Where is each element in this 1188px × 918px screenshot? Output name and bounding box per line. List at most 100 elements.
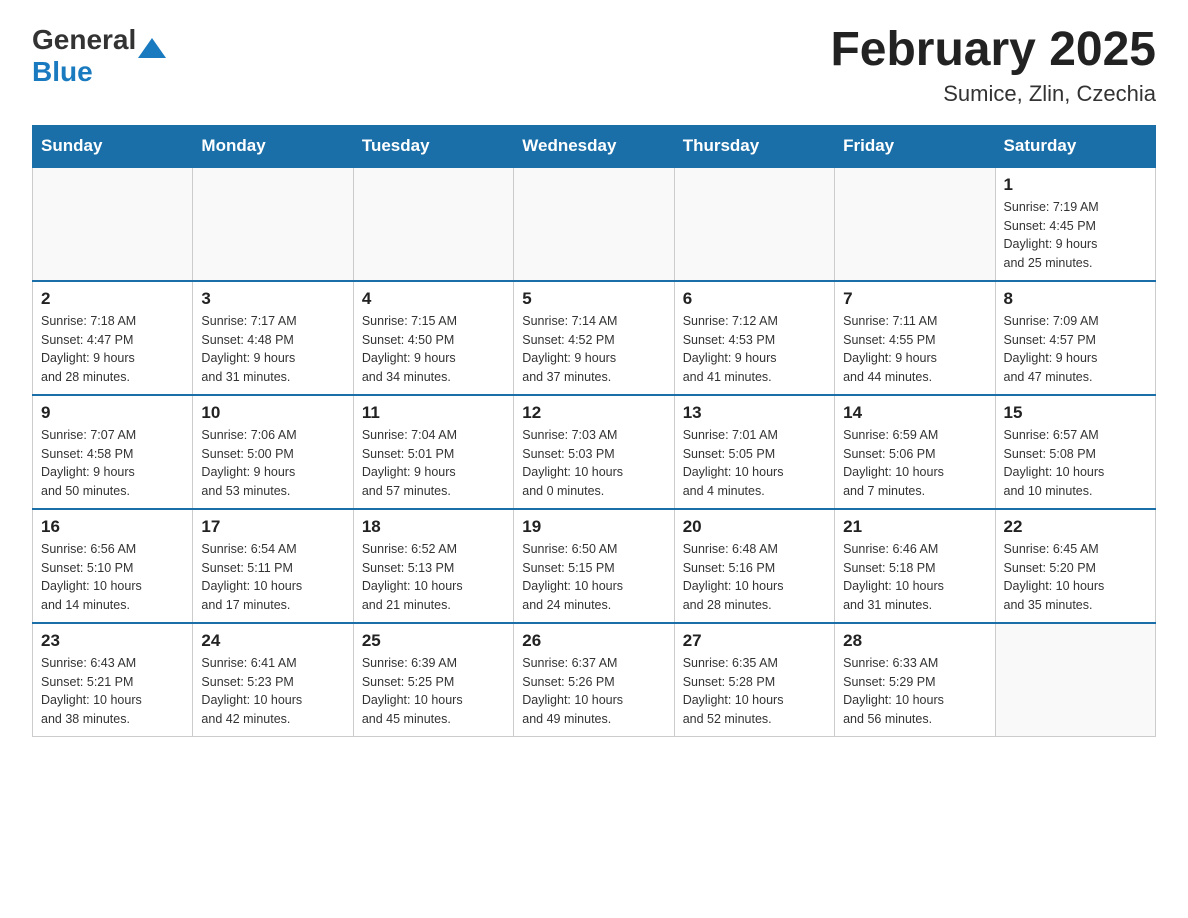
- calendar-cell-4-2: 17 Sunrise: 6:54 AM Sunset: 5:11 PM Dayli…: [193, 509, 353, 623]
- calendar-header-monday: Monday: [193, 125, 353, 167]
- day-number: 3: [201, 289, 344, 309]
- logo-triangle-icon: [138, 38, 166, 58]
- calendar-cell-1-4: [514, 167, 674, 281]
- day-info: Sunrise: 6:48 AM Sunset: 5:16 PM Dayligh…: [683, 540, 826, 615]
- day-info: Sunrise: 7:01 AM Sunset: 5:05 PM Dayligh…: [683, 426, 826, 501]
- day-info: Sunrise: 6:56 AM Sunset: 5:10 PM Dayligh…: [41, 540, 184, 615]
- title-block: February 2025 Sumice, Zlin, Czechia: [830, 24, 1156, 107]
- day-number: 28: [843, 631, 986, 651]
- calendar-table: SundayMondayTuesdayWednesdayThursdayFrid…: [32, 125, 1156, 737]
- day-number: 9: [41, 403, 184, 423]
- calendar-cell-2-5: 6 Sunrise: 7:12 AM Sunset: 4:53 PM Daylig…: [674, 281, 834, 395]
- calendar-cell-5-6: 28 Sunrise: 6:33 AM Sunset: 5:29 PM Dayli…: [835, 623, 995, 737]
- calendar-cell-1-1: [33, 167, 193, 281]
- calendar-cell-4-4: 19Sunrise: 6:50 AM Sunset: 5:15 PM Dayli…: [514, 509, 674, 623]
- day-number: 25: [362, 631, 505, 651]
- calendar-header-wednesday: Wednesday: [514, 125, 674, 167]
- day-info: Sunrise: 7:11 AM Sunset: 4:55 PM Dayligh…: [843, 312, 986, 387]
- calendar-cell-3-5: 13 Sunrise: 7:01 AM Sunset: 5:05 PM Dayli…: [674, 395, 834, 509]
- day-info: Sunrise: 7:12 AM Sunset: 4:53 PM Dayligh…: [683, 312, 826, 387]
- day-info: Sunrise: 6:54 AM Sunset: 5:11 PM Dayligh…: [201, 540, 344, 615]
- day-info: Sunrise: 7:17 AM Sunset: 4:48 PM Dayligh…: [201, 312, 344, 387]
- day-info: Sunrise: 7:06 AM Sunset: 5:00 PM Dayligh…: [201, 426, 344, 501]
- day-number: 15: [1004, 403, 1147, 423]
- day-info: Sunrise: 7:07 AM Sunset: 4:58 PM Dayligh…: [41, 426, 184, 501]
- calendar-cell-1-3: [353, 167, 513, 281]
- calendar-cell-4-5: 20 Sunrise: 6:48 AM Sunset: 5:16 PM Dayli…: [674, 509, 834, 623]
- calendar-cell-2-7: 8Sunrise: 7:09 AM Sunset: 4:57 PM Daylig…: [995, 281, 1155, 395]
- calendar-cell-2-2: 3 Sunrise: 7:17 AM Sunset: 4:48 PM Daylig…: [193, 281, 353, 395]
- week-row-4: 16 Sunrise: 6:56 AM Sunset: 5:10 PM Dayli…: [33, 509, 1156, 623]
- calendar-cell-5-4: 26 Sunrise: 6:37 AM Sunset: 5:26 PM Dayli…: [514, 623, 674, 737]
- calendar-cell-5-1: 23 Sunrise: 6:43 AM Sunset: 5:21 PM Dayli…: [33, 623, 193, 737]
- day-info: Sunrise: 6:59 AM Sunset: 5:06 PM Dayligh…: [843, 426, 986, 501]
- week-row-5: 23 Sunrise: 6:43 AM Sunset: 5:21 PM Dayli…: [33, 623, 1156, 737]
- day-number: 17: [201, 517, 344, 537]
- day-number: 21: [843, 517, 986, 537]
- day-number: 23: [41, 631, 184, 651]
- logo-general-text: General: [32, 24, 136, 56]
- day-info: Sunrise: 6:35 AM Sunset: 5:28 PM Dayligh…: [683, 654, 826, 729]
- day-info: Sunrise: 6:43 AM Sunset: 5:21 PM Dayligh…: [41, 654, 184, 729]
- day-info: Sunrise: 6:57 AM Sunset: 5:08 PM Dayligh…: [1004, 426, 1147, 501]
- day-number: 24: [201, 631, 344, 651]
- day-number: 10: [201, 403, 344, 423]
- calendar-cell-5-3: 25Sunrise: 6:39 AM Sunset: 5:25 PM Dayli…: [353, 623, 513, 737]
- calendar-cell-1-5: [674, 167, 834, 281]
- week-row-3: 9 Sunrise: 7:07 AM Sunset: 4:58 PM Daylig…: [33, 395, 1156, 509]
- day-number: 6: [683, 289, 826, 309]
- day-info: Sunrise: 6:50 AM Sunset: 5:15 PM Dayligh…: [522, 540, 665, 615]
- day-number: 13: [683, 403, 826, 423]
- calendar-cell-4-3: 18 Sunrise: 6:52 AM Sunset: 5:13 PM Dayli…: [353, 509, 513, 623]
- day-info: Sunrise: 6:52 AM Sunset: 5:13 PM Dayligh…: [362, 540, 505, 615]
- calendar-cell-3-2: 10 Sunrise: 7:06 AM Sunset: 5:00 PM Dayli…: [193, 395, 353, 509]
- day-number: 16: [41, 517, 184, 537]
- calendar-cell-2-1: 2 Sunrise: 7:18 AM Sunset: 4:47 PM Daylig…: [33, 281, 193, 395]
- calendar-header-thursday: Thursday: [674, 125, 834, 167]
- day-number: 22: [1004, 517, 1147, 537]
- day-info: Sunrise: 7:18 AM Sunset: 4:47 PM Dayligh…: [41, 312, 184, 387]
- day-number: 18: [362, 517, 505, 537]
- calendar-cell-2-3: 4Sunrise: 7:15 AM Sunset: 4:50 PM Daylig…: [353, 281, 513, 395]
- calendar-cell-1-7: 1 Sunrise: 7:19 AM Sunset: 4:45 PM Daylig…: [995, 167, 1155, 281]
- page-subtitle: Sumice, Zlin, Czechia: [830, 81, 1156, 107]
- calendar-header-saturday: Saturday: [995, 125, 1155, 167]
- calendar-header-tuesday: Tuesday: [353, 125, 513, 167]
- day-info: Sunrise: 6:33 AM Sunset: 5:29 PM Dayligh…: [843, 654, 986, 729]
- day-number: 8: [1004, 289, 1147, 309]
- day-number: 11: [362, 403, 505, 423]
- day-number: 14: [843, 403, 986, 423]
- calendar-header-sunday: Sunday: [33, 125, 193, 167]
- calendar-cell-3-3: 11 Sunrise: 7:04 AM Sunset: 5:01 PM Dayli…: [353, 395, 513, 509]
- day-number: 7: [843, 289, 986, 309]
- calendar-cell-3-4: 12Sunrise: 7:03 AM Sunset: 5:03 PM Dayli…: [514, 395, 674, 509]
- calendar-cell-4-1: 16 Sunrise: 6:56 AM Sunset: 5:10 PM Dayli…: [33, 509, 193, 623]
- day-number: 5: [522, 289, 665, 309]
- calendar-header-row: SundayMondayTuesdayWednesdayThursdayFrid…: [33, 125, 1156, 167]
- calendar-cell-4-7: 22 Sunrise: 6:45 AM Sunset: 5:20 PM Dayli…: [995, 509, 1155, 623]
- calendar-cell-2-6: 7 Sunrise: 7:11 AM Sunset: 4:55 PM Daylig…: [835, 281, 995, 395]
- day-number: 1: [1004, 175, 1147, 195]
- day-info: Sunrise: 6:45 AM Sunset: 5:20 PM Dayligh…: [1004, 540, 1147, 615]
- day-number: 2: [41, 289, 184, 309]
- day-info: Sunrise: 6:37 AM Sunset: 5:26 PM Dayligh…: [522, 654, 665, 729]
- calendar-cell-5-7: [995, 623, 1155, 737]
- page-header: General Blue February 2025 Sumice, Zlin,…: [32, 24, 1156, 107]
- calendar-cell-4-6: 21 Sunrise: 6:46 AM Sunset: 5:18 PM Dayli…: [835, 509, 995, 623]
- calendar-cell-3-6: 14 Sunrise: 6:59 AM Sunset: 5:06 PM Dayli…: [835, 395, 995, 509]
- calendar-cell-5-2: 24Sunrise: 6:41 AM Sunset: 5:23 PM Dayli…: [193, 623, 353, 737]
- day-number: 27: [683, 631, 826, 651]
- calendar-cell-1-6: [835, 167, 995, 281]
- page-title: February 2025: [830, 24, 1156, 77]
- day-info: Sunrise: 7:04 AM Sunset: 5:01 PM Dayligh…: [362, 426, 505, 501]
- calendar-header-friday: Friday: [835, 125, 995, 167]
- week-row-1: 1 Sunrise: 7:19 AM Sunset: 4:45 PM Daylig…: [33, 167, 1156, 281]
- day-info: Sunrise: 7:19 AM Sunset: 4:45 PM Dayligh…: [1004, 198, 1147, 273]
- day-info: Sunrise: 7:14 AM Sunset: 4:52 PM Dayligh…: [522, 312, 665, 387]
- day-number: 26: [522, 631, 665, 651]
- day-info: Sunrise: 6:46 AM Sunset: 5:18 PM Dayligh…: [843, 540, 986, 615]
- logo: General Blue: [32, 24, 166, 88]
- day-number: 20: [683, 517, 826, 537]
- calendar-cell-3-1: 9 Sunrise: 7:07 AM Sunset: 4:58 PM Daylig…: [33, 395, 193, 509]
- calendar-cell-3-7: 15 Sunrise: 6:57 AM Sunset: 5:08 PM Dayli…: [995, 395, 1155, 509]
